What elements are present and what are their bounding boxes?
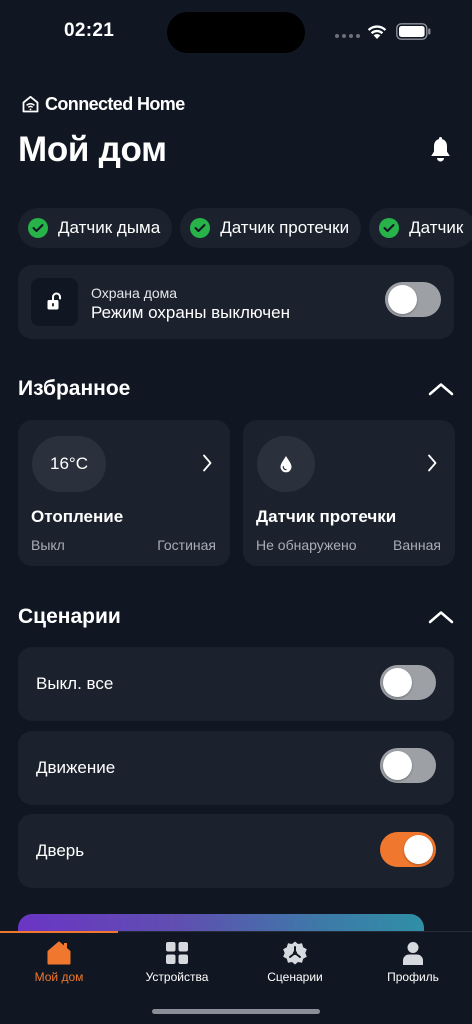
security-status: Режим охраны выключен xyxy=(91,303,291,322)
battery-icon xyxy=(396,23,431,40)
tab-label: Профиль xyxy=(387,970,439,984)
page-title: Мой дом xyxy=(18,130,167,169)
tab-profile[interactable]: Профиль xyxy=(354,932,472,992)
person-icon xyxy=(403,942,423,965)
scenario-row-motion[interactable]: Движение xyxy=(18,731,454,805)
dynamic-island xyxy=(167,12,305,53)
tab-label: Мой дом xyxy=(34,970,84,984)
scenario-label: Движение xyxy=(36,758,116,777)
temperature-badge: 16°C xyxy=(32,436,106,492)
scenarios-icon xyxy=(283,941,307,965)
toggle-knob xyxy=(404,835,433,864)
sensor-chips: Датчик дыма Датчик протечки Датчик xyxy=(18,208,472,248)
security-card[interactable]: Охрана дома Режим охраны выключен xyxy=(18,265,454,339)
status-bar: 02:21 xyxy=(0,0,472,62)
favorites-section-title: Избранное xyxy=(18,377,131,400)
toggle-knob xyxy=(383,668,412,697)
check-icon xyxy=(28,218,48,238)
check-icon xyxy=(379,218,400,238)
tab-scenarios[interactable]: Сценарии xyxy=(236,932,354,992)
scenarios-section-title: Сценарии xyxy=(18,605,121,628)
status-time: 02:21 xyxy=(64,20,115,41)
leak-icon-badge xyxy=(257,436,315,492)
chevron-up-icon[interactable] xyxy=(428,609,454,625)
favorite-room: Ванная xyxy=(393,537,441,553)
favorite-card-heating[interactable]: 16°C Отопление Выкл Гостиная xyxy=(18,420,230,566)
check-icon xyxy=(190,218,211,238)
chevron-right-icon[interactable] xyxy=(202,454,212,472)
scenario-toggle-all-off[interactable] xyxy=(380,665,436,700)
favorite-status: Выкл xyxy=(31,537,65,553)
scenario-toggle-motion[interactable] xyxy=(380,748,436,783)
favorite-title: Отопление xyxy=(31,507,124,526)
chip-leak-sensor[interactable]: Датчик протечки xyxy=(180,208,362,248)
scenario-label: Дверь xyxy=(36,841,85,860)
scenario-toggle-door[interactable] xyxy=(380,832,436,867)
house-icon xyxy=(47,941,71,965)
home-indicator xyxy=(152,1009,320,1014)
bell-icon[interactable] xyxy=(428,137,453,164)
scenario-row-door[interactable]: Дверь xyxy=(18,814,454,888)
security-toggle[interactable] xyxy=(385,282,441,317)
favorite-room: Гостиная xyxy=(157,537,216,553)
toggle-knob xyxy=(383,751,412,780)
tab-my-home[interactable]: Мой дом xyxy=(0,932,118,992)
grid-icon xyxy=(166,942,188,964)
chip-smoke-sensor[interactable]: Датчик дыма xyxy=(18,208,173,248)
brand-logo: Connected Home xyxy=(22,94,185,114)
chevron-up-icon[interactable] xyxy=(428,381,454,397)
tab-label: Устройства xyxy=(145,970,209,984)
wifi-icon xyxy=(367,25,387,39)
unlocked-padlock-icon xyxy=(47,292,61,310)
tab-label: Сценарии xyxy=(267,970,323,984)
scenario-label: Выкл. все xyxy=(36,674,114,693)
scenario-row-all-off[interactable]: Выкл. все xyxy=(18,647,454,721)
chip-label: Датчик xyxy=(409,218,464,237)
tab-devices[interactable]: Устройства xyxy=(118,932,236,992)
water-drop-icon xyxy=(280,456,292,473)
cellular-signal-icon xyxy=(335,34,360,38)
security-icon-box xyxy=(31,278,78,326)
favorite-title: Датчик протечки xyxy=(256,507,397,526)
favorite-status: Не обнаружено xyxy=(256,537,357,553)
security-label: Охрана дома xyxy=(91,285,178,301)
favorite-card-leak-sensor[interactable]: Датчик протечки Не обнаружено Ванная xyxy=(243,420,455,566)
chip-sensor-partial[interactable]: Датчик xyxy=(369,208,472,248)
brand-name: Connected Home xyxy=(45,93,185,114)
chip-label: Датчик дыма xyxy=(58,218,161,237)
chip-label: Датчик протечки xyxy=(220,218,350,237)
connected-home-logo-icon xyxy=(22,95,39,113)
chevron-right-icon[interactable] xyxy=(427,454,437,472)
app-screen: 02:21 Connected Home Мой дом Датчик дыма… xyxy=(0,0,472,1024)
toggle-knob xyxy=(388,285,417,314)
